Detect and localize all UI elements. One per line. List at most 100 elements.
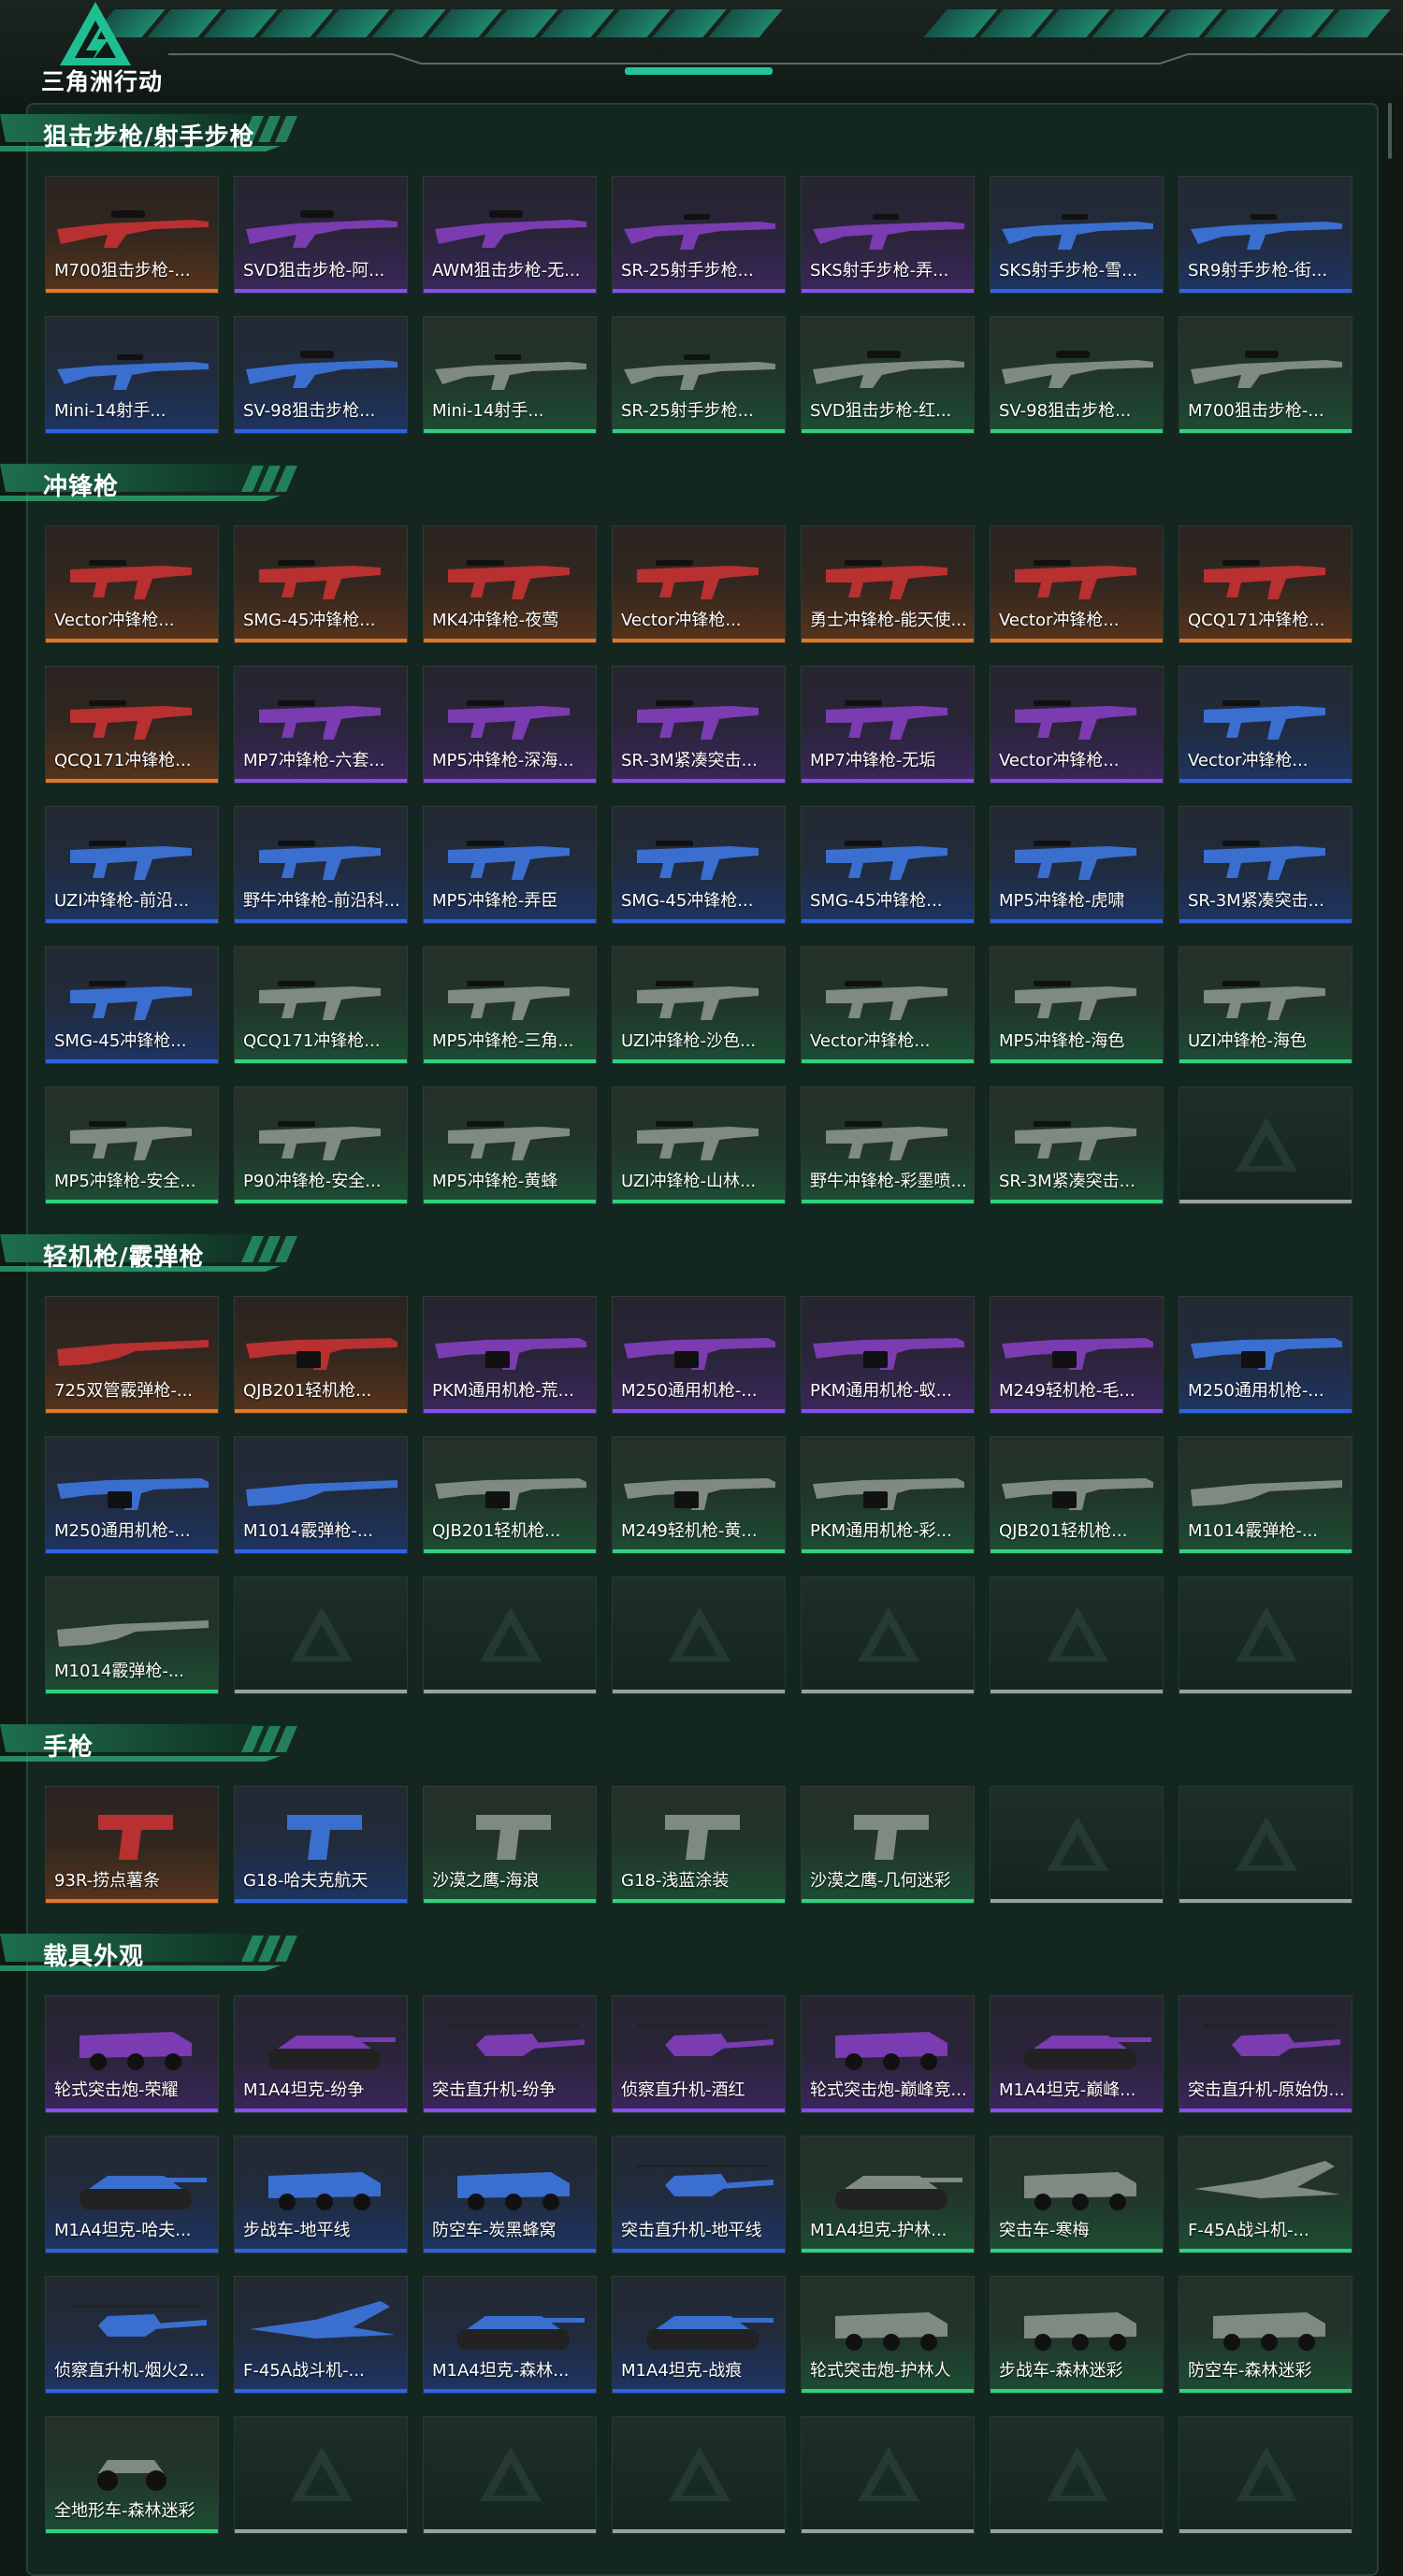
skin-card[interactable]: Mini-14射手... <box>423 316 597 434</box>
skin-card[interactable]: G18-浅蓝涂装 <box>612 1786 786 1904</box>
skin-card[interactable]: SKS射手步枪-弄... <box>801 176 975 294</box>
skin-card[interactable]: SR-3M紧凑突击... <box>990 1087 1164 1204</box>
skin-card[interactable]: M1A4坦克-战痕 <box>612 2276 786 2394</box>
skin-card[interactable]: M250通用机枪-... <box>45 1436 219 1554</box>
skin-card[interactable]: SKS射手步枪-雪... <box>990 176 1164 294</box>
skin-card[interactable]: 沙漠之鹰-几何迷彩 <box>801 1786 975 1904</box>
skin-card[interactable]: 轮式突击炮-护林人 <box>801 2276 975 2394</box>
skin-card[interactable]: UZI冲锋枪-前沿... <box>45 806 219 924</box>
lmg-icon <box>57 1478 209 1510</box>
skin-card[interactable]: 轮式突击炮-荣耀 <box>45 1995 219 2113</box>
skin-card[interactable]: MP7冲锋枪-六套... <box>234 666 408 784</box>
skin-card[interactable]: 突击直升机-地平线 <box>612 2136 786 2253</box>
skin-card[interactable]: PKM通用机枪-彩... <box>801 1436 975 1554</box>
skin-card[interactable]: SV-98狙击步枪... <box>990 316 1164 434</box>
skin-card[interactable]: M250通用机枪-... <box>612 1296 786 1414</box>
skin-card[interactable]: MP5冲锋枪-虎啸 <box>990 806 1164 924</box>
skin-card[interactable]: SV-98狙击步枪... <box>234 316 408 434</box>
skin-card[interactable]: 侦察直升机-烟火2... <box>45 2276 219 2394</box>
skin-card[interactable]: SMG-45冲锋枪... <box>612 806 786 924</box>
skin-card[interactable]: SR-25射手步枪... <box>612 176 786 294</box>
skin-card[interactable]: M250通用机枪-... <box>1179 1296 1352 1414</box>
skin-card[interactable]: 步战车-森林迷彩 <box>990 2276 1164 2394</box>
skin-card[interactable]: QCQ171冲锋枪... <box>1179 525 1352 643</box>
skin-card[interactable]: M1A4坦克-护林... <box>801 2136 975 2253</box>
skin-card[interactable]: SR-25射手步枪... <box>612 316 786 434</box>
skin-card[interactable]: Vector冲锋枪... <box>990 525 1164 643</box>
skin-card[interactable]: 野牛冲锋枪-彩墨喷... <box>801 1087 975 1204</box>
skin-card[interactable]: 野牛冲锋枪-前沿科... <box>234 806 408 924</box>
skin-card[interactable]: SMG-45冲锋枪... <box>45 946 219 1064</box>
skin-card[interactable]: Vector冲锋枪... <box>612 525 786 643</box>
skin-card[interactable]: UZI冲锋枪-沙色... <box>612 946 786 1064</box>
skin-card[interactable]: SR-3M紧凑突击... <box>612 666 786 784</box>
skin-card[interactable]: SR-3M紧凑突击... <box>1179 806 1352 924</box>
skin-card[interactable]: MP5冲锋枪-安全... <box>45 1087 219 1204</box>
skin-card[interactable]: 步战车-地平线 <box>234 2136 408 2253</box>
skin-card[interactable]: M700狙击步枪-... <box>1179 316 1352 434</box>
skin-card[interactable]: M1A4坦克-森林... <box>423 2276 597 2394</box>
skin-card[interactable]: 93R-捞点薯条 <box>45 1786 219 1904</box>
skin-card[interactable]: 侦察直升机-酒红 <box>612 1995 786 2113</box>
scrollbar[interactable] <box>1388 103 1392 159</box>
skin-card[interactable]: PKM通用机枪-荒... <box>423 1296 597 1414</box>
skin-card[interactable]: M249轻机枪-毛... <box>990 1296 1164 1414</box>
rarity-bar <box>802 2108 974 2112</box>
skin-card[interactable]: UZI冲锋枪-山林... <box>612 1087 786 1204</box>
skin-card[interactable]: SVD狙击步枪-阿... <box>234 176 408 294</box>
skin-card[interactable]: 防空车-森林迷彩 <box>1179 2276 1352 2394</box>
skin-card[interactable]: G18-哈夫克航天 <box>234 1786 408 1904</box>
rarity-bar <box>46 2529 218 2533</box>
skin-card[interactable]: MP5冲锋枪-海色 <box>990 946 1164 1064</box>
skin-card[interactable]: M700狙击步枪-... <box>45 176 219 294</box>
skin-card[interactable]: QJB201轻机枪... <box>423 1436 597 1554</box>
skin-card[interactable]: QCQ171冲锋枪... <box>234 946 408 1064</box>
skin-card[interactable]: MK4冲锋枪-夜莺 <box>423 525 597 643</box>
skin-card[interactable]: MP5冲锋枪-弄臣 <box>423 806 597 924</box>
skin-card[interactable]: MP5冲锋枪-深海... <box>423 666 597 784</box>
skin-card[interactable]: SMG-45冲锋枪... <box>234 525 408 643</box>
skin-card[interactable]: Mini-14射手... <box>45 316 219 434</box>
skin-card[interactable]: 勇士冲锋枪-能天使... <box>801 525 975 643</box>
skin-card[interactable]: P90冲锋枪-安全... <box>234 1087 408 1204</box>
skin-card[interactable]: Vector冲锋枪... <box>1179 666 1352 784</box>
skin-card[interactable]: F-45A战斗机-... <box>234 2276 408 2394</box>
skin-card[interactable]: M1A4坦克-纷争 <box>234 1995 408 2113</box>
rarity-bar <box>613 2529 785 2533</box>
skin-card[interactable]: QCQ171冲锋枪... <box>45 666 219 784</box>
skin-card[interactable]: 轮式突击炮-巅峰竞... <box>801 1995 975 2113</box>
skin-card[interactable]: Vector冲锋枪... <box>45 525 219 643</box>
skin-card[interactable]: SR9射手步枪-街... <box>1179 176 1352 294</box>
skin-card[interactable]: 全地形车-森林迷彩 <box>45 2416 219 2534</box>
skin-card[interactable]: SMG-45冲锋枪... <box>801 806 975 924</box>
skin-card[interactable]: M1A4坦克-哈夫... <box>45 2136 219 2253</box>
skin-card[interactable]: Vector冲锋枪... <box>801 946 975 1064</box>
skin-card[interactable]: UZI冲锋枪-海色 <box>1179 946 1352 1064</box>
skin-card[interactable]: M1014霰弹枪-... <box>234 1436 408 1554</box>
skin-card[interactable]: M1014霰弹枪-... <box>1179 1436 1352 1554</box>
skin-card[interactable]: SVD狙击步枪-红... <box>801 316 975 434</box>
rarity-bar <box>802 2389 974 2393</box>
skin-card[interactable]: MP5冲锋枪-三角... <box>423 946 597 1064</box>
skin-card[interactable]: M249轻机枪-黄... <box>612 1436 786 1554</box>
skin-card[interactable]: QJB201轻机枪... <box>234 1296 408 1414</box>
delta-logo-icon <box>60 2 131 65</box>
skin-card[interactable]: MP5冲锋枪-黄蜂 <box>423 1087 597 1204</box>
skin-card[interactable]: F-45A战斗机-... <box>1179 2136 1352 2253</box>
skin-card[interactable]: M1A4坦克-巅峰... <box>990 1995 1164 2113</box>
skin-card[interactable]: Vector冲锋枪... <box>990 666 1164 784</box>
skin-card[interactable]: 防空车-炭黑蜂窝 <box>423 2136 597 2253</box>
skin-card[interactable]: M1014霰弹枪-... <box>45 1576 219 1694</box>
skin-card[interactable]: 突击直升机-纷争 <box>423 1995 597 2113</box>
skin-name: Vector冲锋枪... <box>999 611 1120 630</box>
sniper-rifle-icon <box>1002 351 1153 388</box>
skin-card[interactable]: 725双管霰弹枪-... <box>45 1296 219 1414</box>
skin-card[interactable]: PKM通用机枪-蚁... <box>801 1296 975 1414</box>
skin-card[interactable]: MP7冲锋枪-无垢 <box>801 666 975 784</box>
skin-card[interactable]: AWM狙击步枪-无... <box>423 176 597 294</box>
skin-card[interactable]: 突击车-寒梅 <box>990 2136 1164 2253</box>
skin-card[interactable]: 突击直升机-原始伪... <box>1179 1995 1352 2113</box>
skin-name: M1A4坦克-巅峰... <box>999 2080 1136 2100</box>
skin-card[interactable]: QJB201轻机枪... <box>990 1436 1164 1554</box>
skin-card[interactable]: 沙漠之鹰-海浪 <box>423 1786 597 1904</box>
